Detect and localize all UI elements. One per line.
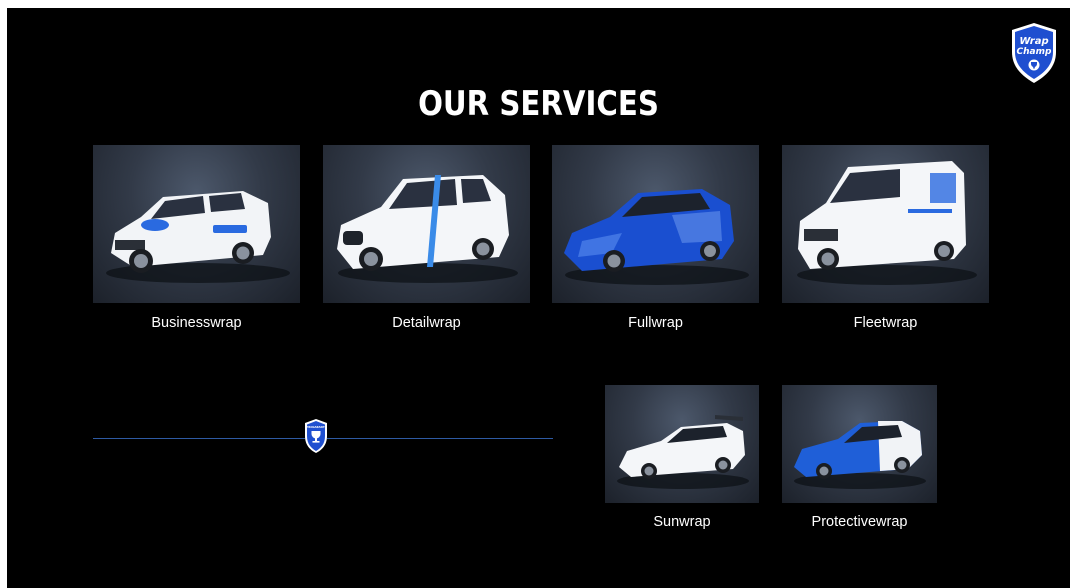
service-label: Fleetwrap bbox=[853, 315, 918, 331]
page-title: OUR SERVICES bbox=[418, 84, 659, 124]
service-image-detailwrap bbox=[323, 145, 530, 303]
divider-line-left bbox=[93, 438, 305, 439]
logo-wordmark-2: Champ bbox=[1017, 47, 1052, 57]
service-image-protectivewrap bbox=[782, 385, 937, 503]
logo-wordmark-1: Wrap bbox=[1019, 36, 1048, 47]
service-label: Businesswrap bbox=[151, 315, 242, 331]
service-label: Detailwrap bbox=[392, 315, 461, 331]
service-card-businesswrap[interactable]: Businesswrap bbox=[93, 145, 300, 331]
divider-line-right bbox=[327, 438, 553, 439]
service-card-sunwrap[interactable]: Sunwrap bbox=[605, 385, 759, 530]
service-image-sunwrap bbox=[605, 385, 759, 503]
service-card-fullwrap[interactable]: Fullwrap bbox=[552, 145, 759, 331]
service-card-protectivewrap[interactable]: Protectivewrap bbox=[782, 385, 937, 530]
wrapchamp-logo-icon: Wrap Champ bbox=[1012, 23, 1056, 83]
service-image-fullwrap bbox=[552, 145, 759, 303]
service-image-fleetwrap bbox=[782, 145, 989, 303]
service-image-businesswrap bbox=[93, 145, 300, 303]
service-label: Protectivewrap bbox=[811, 514, 908, 530]
service-card-detailwrap[interactable]: Detailwrap bbox=[323, 145, 530, 331]
badge-text: PROGARANTI bbox=[306, 425, 325, 429]
trophy-shield-icon: PROGARANTI bbox=[305, 419, 327, 453]
service-label: Fullwrap bbox=[628, 315, 683, 331]
service-card-fleetwrap[interactable]: Fleetwrap bbox=[782, 145, 989, 331]
slide: Wrap Champ OUR SERVICES Businesswrap Det… bbox=[7, 8, 1070, 588]
service-label: Sunwrap bbox=[653, 514, 711, 530]
